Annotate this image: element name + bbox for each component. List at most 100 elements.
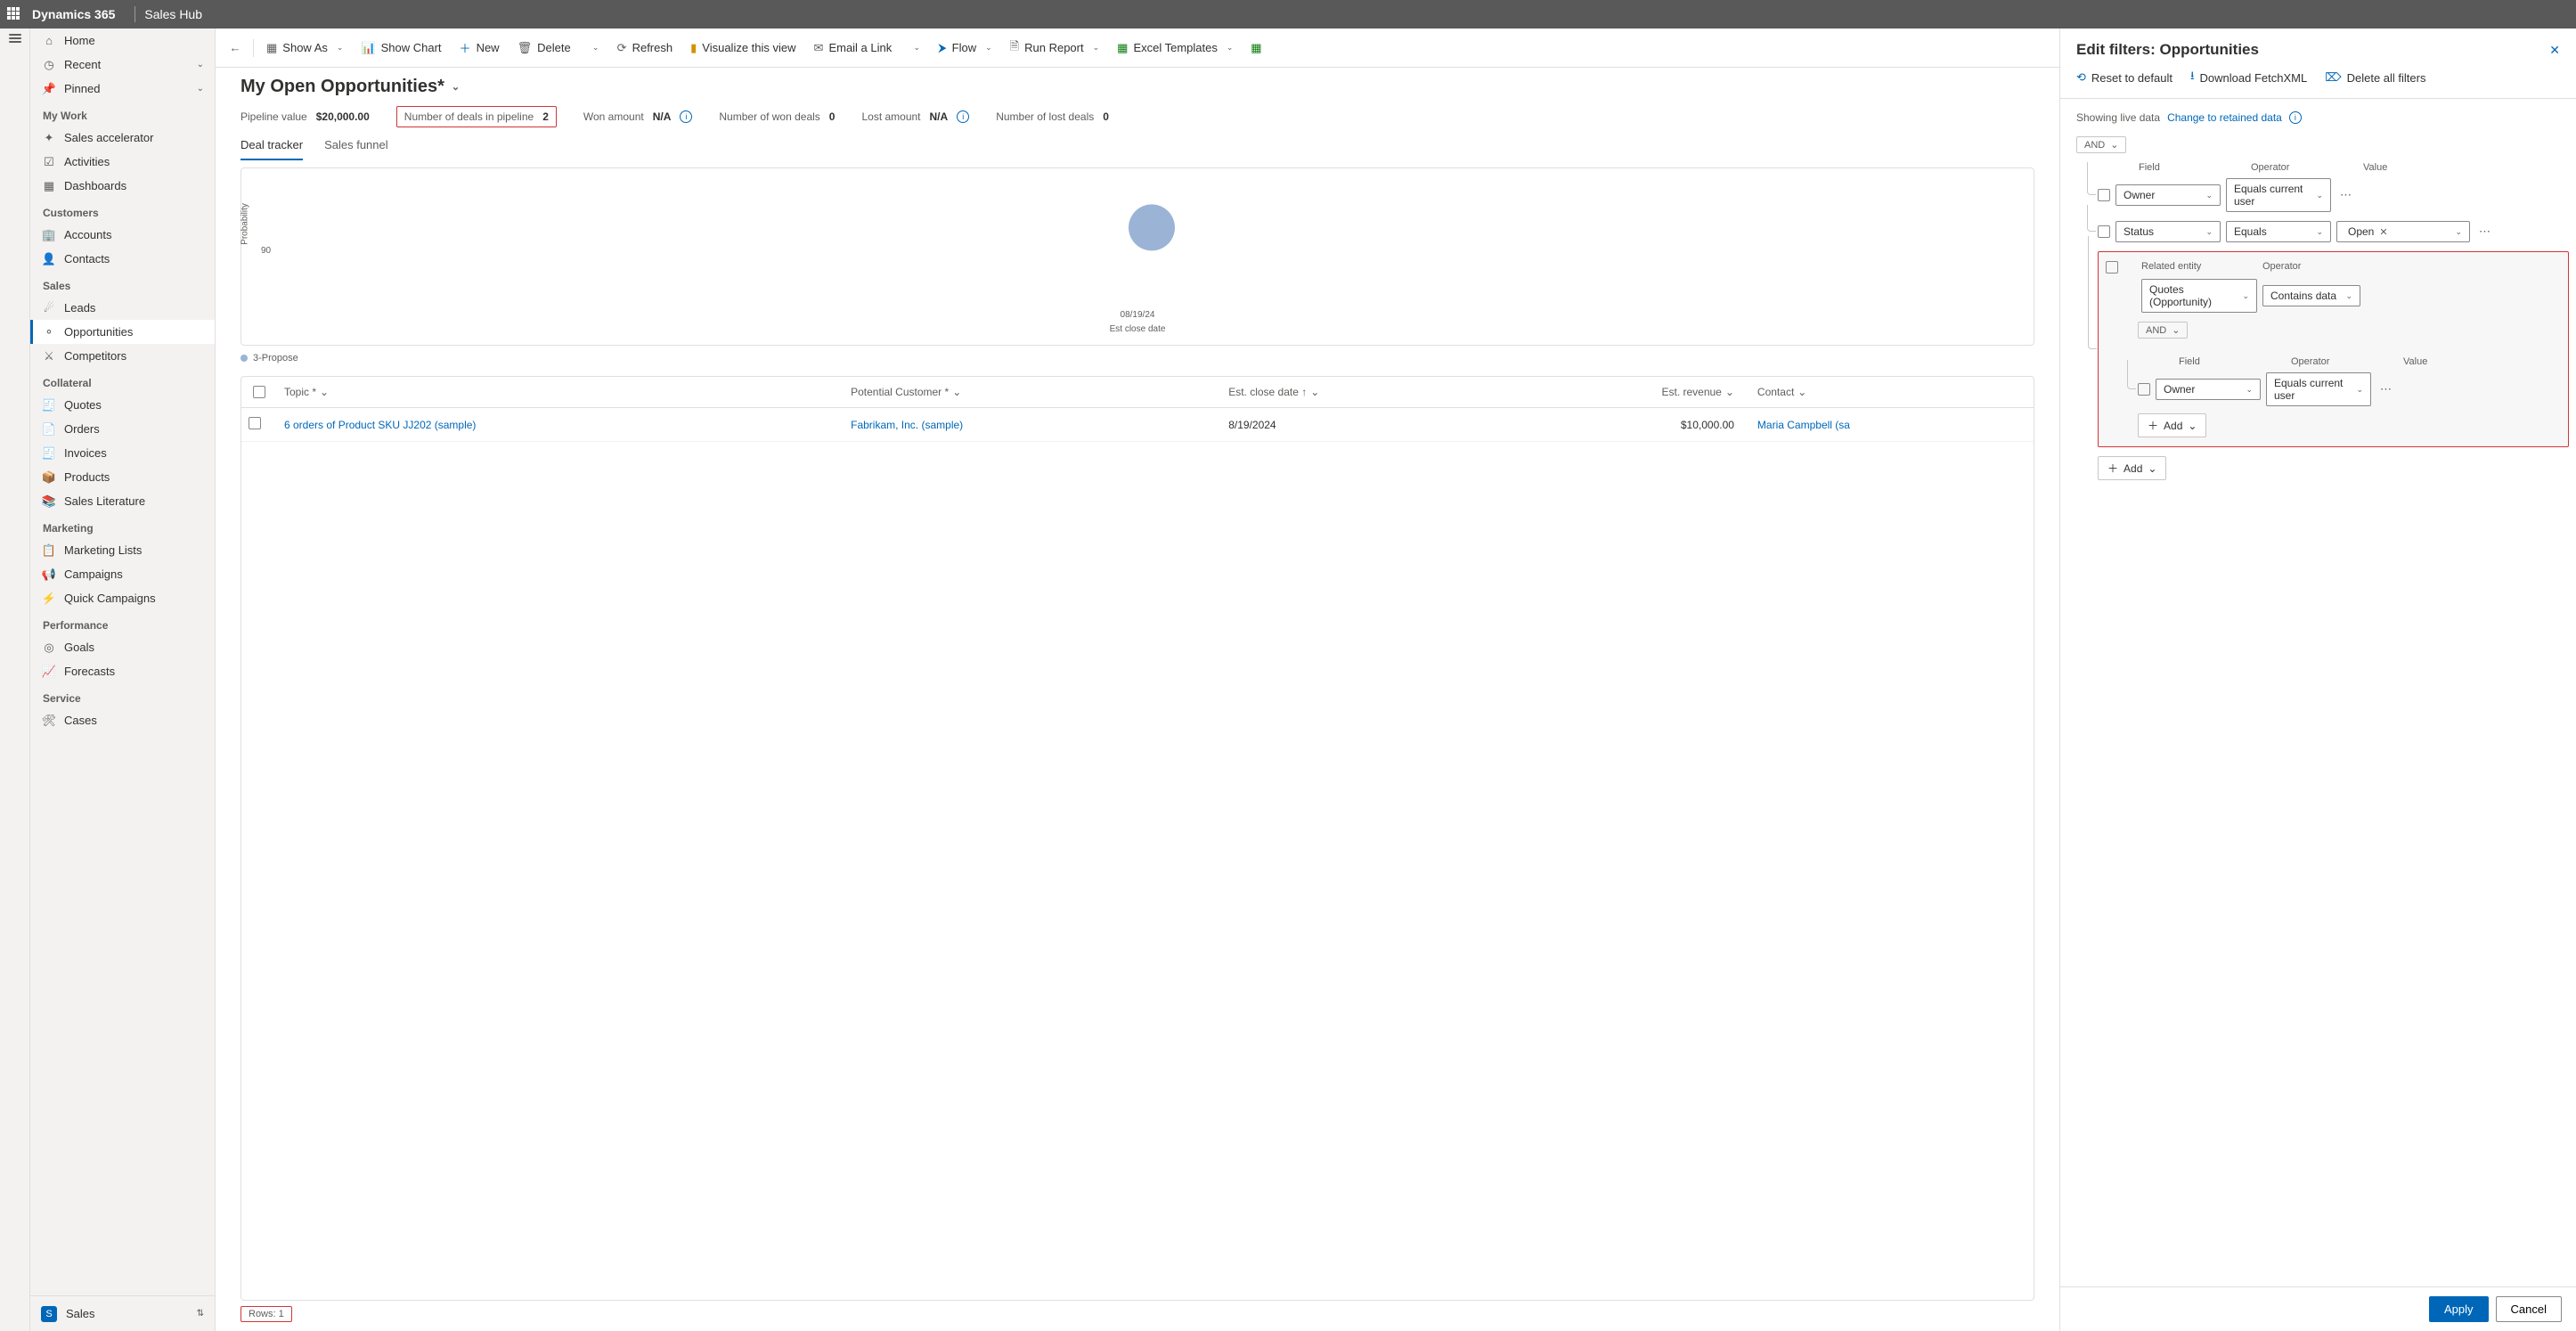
order-icon: 📄 xyxy=(43,423,55,436)
new-button[interactable]: ＋New xyxy=(452,34,507,61)
delete-all-filters-button[interactable]: ⌦Delete all filters xyxy=(2325,68,2425,87)
nav-cases[interactable]: 🛠Cases xyxy=(30,708,215,732)
view-title-selector[interactable]: My Open Opportunities*⌄ xyxy=(240,77,2034,97)
nav-orders[interactable]: 📄Orders xyxy=(30,417,215,441)
related-entity-select[interactable]: Quotes (Opportunity)⌄ xyxy=(2141,279,2257,313)
nav-goals[interactable]: ◎Goals xyxy=(30,635,215,659)
metric-label: Pipeline value xyxy=(240,110,307,123)
hamburger-icon[interactable] xyxy=(9,34,21,43)
info-icon[interactable]: i xyxy=(680,110,692,123)
delete-button[interactable]: 🗑Delete xyxy=(510,36,578,61)
remove-tag-icon[interactable]: ✕ xyxy=(2379,226,2387,238)
grid-header: Topic *⌄ Potential Customer *⌄ Est. clos… xyxy=(241,377,2034,408)
sub-add-button[interactable]: ＋Add⌄ xyxy=(2138,413,2206,437)
plus-icon: ＋ xyxy=(2107,461,2118,476)
app-launcher-icon[interactable] xyxy=(7,7,21,21)
filter-delete-icon: ⌦ xyxy=(2325,70,2341,85)
nav-accounts[interactable]: 🏢Accounts xyxy=(30,223,215,247)
nav-products[interactable]: 📦Products xyxy=(30,465,215,489)
grid-row[interactable]: 6 orders of Product SKU JJ202 (sample) F… xyxy=(241,408,2034,442)
info-icon[interactable]: i xyxy=(2289,111,2302,124)
root-add-button[interactable]: ＋Add⌄ xyxy=(2098,456,2166,480)
nav-sales-accelerator[interactable]: ✦Sales accelerator xyxy=(30,126,215,150)
nav-pinned[interactable]: 📌Pinned⌄ xyxy=(30,77,215,101)
row-more-button[interactable]: ⋯ xyxy=(2475,225,2494,239)
operator-select[interactable]: Equals current user⌄ xyxy=(2266,372,2371,406)
apply-button[interactable]: Apply xyxy=(2429,1296,2489,1322)
nav-quick-campaigns[interactable]: ⚡Quick Campaigns xyxy=(30,586,215,610)
cell-contact[interactable]: Maria Campbell (sa xyxy=(1750,410,2034,440)
col-topic[interactable]: Topic *⌄ xyxy=(277,377,844,407)
nav-dashboards[interactable]: ▦Dashboards xyxy=(30,174,215,198)
show-as-button[interactable]: ▦Show As⌄ xyxy=(259,36,350,61)
info-icon[interactable]: i xyxy=(957,110,969,123)
nav-leads[interactable]: ☄Leads xyxy=(30,296,215,320)
row-checkbox[interactable] xyxy=(2098,189,2110,201)
col-revenue[interactable]: Est. revenue⌄ xyxy=(1504,377,1750,407)
reset-default-button[interactable]: ⟲Reset to default xyxy=(2076,68,2172,87)
col-customer[interactable]: Potential Customer *⌄ xyxy=(844,377,1221,407)
close-icon[interactable]: ✕ xyxy=(2549,43,2560,58)
root-group-operator[interactable]: AND⌄ xyxy=(2076,136,2126,153)
nav-opportunities[interactable]: ⚬Opportunities xyxy=(30,320,215,344)
related-operator-select[interactable]: Contains data⌄ xyxy=(2262,285,2360,306)
change-retained-link[interactable]: Change to retained data xyxy=(2167,111,2282,124)
row-more-button[interactable]: ⋯ xyxy=(2376,382,2395,396)
plus-icon: ＋ xyxy=(460,39,471,56)
tab-sales-funnel[interactable]: Sales funnel xyxy=(324,131,388,160)
nav-sales-literature[interactable]: 📚Sales Literature xyxy=(30,489,215,513)
field-select[interactable]: Owner⌄ xyxy=(2156,379,2261,400)
visualize-button[interactable]: ▮Visualize this view xyxy=(683,36,803,61)
nav-label: Marketing Lists xyxy=(64,543,142,557)
run-report-button[interactable]: 🗎Run Report⌄ xyxy=(1003,33,1106,63)
select-value: Owner xyxy=(2164,383,2195,396)
cell-topic[interactable]: 6 orders of Product SKU JJ202 (sample) xyxy=(277,410,844,440)
row-more-button[interactable]: ⋯ xyxy=(2336,188,2355,202)
product-name: Dynamics 365 xyxy=(32,7,115,21)
email-split-button[interactable]: ⌄ xyxy=(902,37,927,58)
nav-contacts[interactable]: 👤Contacts xyxy=(30,247,215,271)
area-switcher[interactable]: S Sales ⇅ xyxy=(30,1295,215,1331)
filter-row-status: Status⌄ Equals⌄ Open✕⌄ ⋯ xyxy=(2076,221,2569,242)
nav-quotes[interactable]: 🧾Quotes xyxy=(30,393,215,417)
nav-recent[interactable]: ◷Recent⌄ xyxy=(30,53,215,77)
sub-group-operator[interactable]: AND⌄ xyxy=(2138,322,2188,339)
email-link-button[interactable]: ✉Email a Link xyxy=(807,36,900,61)
back-button[interactable]: ← xyxy=(223,36,248,60)
nav-campaigns[interactable]: 📢Campaigns xyxy=(30,562,215,586)
related-row: Quotes (Opportunity)⌄ Contains data⌄ xyxy=(2106,279,2561,313)
excel-templates-button[interactable]: ▦Excel Templates⌄ xyxy=(1110,36,1240,61)
col-contact[interactable]: Contact⌄ xyxy=(1750,377,2034,407)
tab-deal-tracker[interactable]: Deal tracker xyxy=(240,131,303,160)
btn-label: Delete xyxy=(537,41,571,54)
row-checkbox[interactable] xyxy=(2098,225,2110,238)
metric-value: 0 xyxy=(829,110,836,123)
nav-forecasts[interactable]: 📈Forecasts xyxy=(30,659,215,683)
download-fetchxml-button[interactable]: ⭳Download FetchXML xyxy=(2190,68,2307,87)
col-close-date[interactable]: Est. close date ↑⌄ xyxy=(1221,377,1504,407)
excel-export-button[interactable]: ▦ xyxy=(1243,36,1268,61)
nav-invoices[interactable]: 🧾Invoices xyxy=(30,441,215,465)
nav-activities[interactable]: ☑Activities xyxy=(30,150,215,174)
operator-select[interactable]: Equals current user⌄ xyxy=(2226,178,2331,212)
metric-label: Won amount xyxy=(583,110,644,123)
nav-competitors[interactable]: ⚔Competitors xyxy=(30,344,215,368)
field-select[interactable]: Status⌄ xyxy=(2115,221,2221,242)
select-all-cell[interactable] xyxy=(241,377,277,407)
operator-select[interactable]: Equals⌄ xyxy=(2226,221,2331,242)
field-select[interactable]: Owner⌄ xyxy=(2115,184,2221,206)
refresh-button[interactable]: ⟳Refresh xyxy=(610,36,680,61)
row-checkbox[interactable] xyxy=(2138,383,2150,396)
group-checkbox[interactable] xyxy=(2106,261,2118,274)
cell-customer[interactable]: Fabrikam, Inc. (sample) xyxy=(844,410,1221,440)
cancel-button[interactable]: Cancel xyxy=(2496,1296,2562,1322)
chevron-down-icon: ⌄ xyxy=(1797,386,1806,398)
row-select[interactable] xyxy=(241,408,277,441)
data-bubble[interactable] xyxy=(1129,204,1175,250)
delete-split-button[interactable]: ⌄ xyxy=(582,37,607,58)
nav-marketing-lists[interactable]: 📋Marketing Lists xyxy=(30,538,215,562)
value-select[interactable]: Open✕⌄ xyxy=(2336,221,2470,242)
nav-home[interactable]: ⌂Home xyxy=(30,29,215,53)
flow-button[interactable]: ⮞Flow⌄ xyxy=(931,36,999,61)
show-chart-button[interactable]: 📊Show Chart xyxy=(354,36,448,61)
